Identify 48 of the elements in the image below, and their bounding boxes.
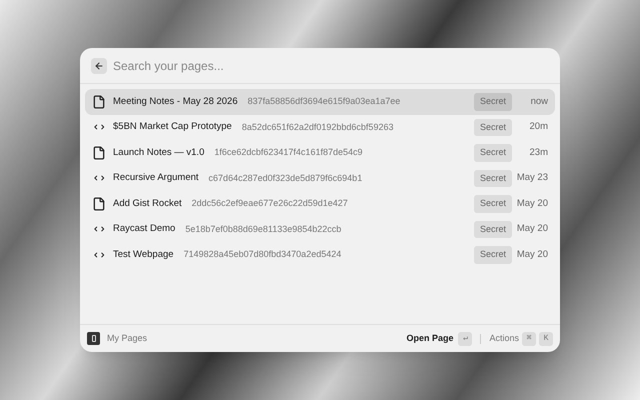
actions-button[interactable]: Actions: [489, 332, 519, 346]
page-id: 2ddc56c2ef9eae677e26c22d59d1e427: [192, 197, 348, 210]
search-field[interactable]: Search your pages...: [113, 56, 549, 74]
time-label: now: [530, 94, 548, 109]
document-icon: [92, 146, 106, 160]
page-id: 7149828a45eb07d80fbd3470a2ed5424: [184, 248, 342, 261]
page-id: c67d64c287ed0f323de5d879f6c694b1: [208, 172, 362, 184]
page-title: Add Gist Rocket: [113, 196, 182, 211]
page-list-item[interactable]: Launch Notes — v1.0 1f6ce62dcbf623417f4c161f87de54c9 Secret 23m: [85, 140, 555, 166]
back-button[interactable]: [91, 58, 107, 74]
page-id: 5e18b7ef0b88d69e81133e9854b22ccb: [185, 222, 342, 236]
page-id: 837fa58856df3694e615f9a03ea1a7ee: [248, 95, 400, 108]
secret-tag: Secret: [474, 170, 512, 187]
page-title: $5BN Market Cap Prototype: [113, 120, 232, 134]
time-label: May 20: [516, 222, 548, 236]
page-title: Raycast Demo: [113, 222, 176, 236]
secret-tag: Secret: [474, 195, 512, 212]
document-icon: [92, 94, 106, 109]
back-arrow-icon: [94, 60, 104, 70]
time-label: May 20: [516, 248, 548, 262]
time-label: May 23: [516, 171, 548, 186]
time-label: 23m: [528, 146, 548, 160]
open-page-button[interactable]: Open Page: [406, 332, 454, 346]
secret-tag: Secret: [474, 118, 512, 136]
page-list-item[interactable]: Recursive Argument c67d64c287ed0f323de5d879f6c694b1 Secret May 23: [85, 166, 555, 191]
time-label: May 20: [516, 196, 548, 211]
secret-tag: Secret: [474, 93, 512, 110]
shortcut-key: K: [539, 332, 553, 346]
page-list-item[interactable]: Raycast Demo 5e18b7ef0b88d69e81133e9854b22ccb Secret May 20: [85, 216, 555, 242]
document-icon: [92, 196, 106, 211]
app-icon: [87, 332, 100, 345]
page-title: Recursive Argument: [113, 171, 199, 186]
page-title: Launch Notes — v1.0: [113, 146, 204, 160]
secret-tag: Secret: [474, 144, 512, 162]
page-title: Test Webpage: [113, 248, 174, 262]
page-list-item[interactable]: Add Gist Rocket 2ddc56c2ef9eae677e26c22d59d1e427 Secret May 20: [85, 191, 555, 216]
page-id: 8a52dc651f62a2df0192bbd6cbf59263: [242, 120, 394, 134]
footer-title: My Pages: [107, 332, 148, 345]
page-list-item[interactable]: $5BN Market Cap Prototype 8a52dc651f62a2df0192bbd6cbf59263 Secret 20m: [85, 114, 555, 140]
page-title: Meeting Notes - May 28 2026: [113, 94, 238, 109]
shortcut-key: ⌘: [522, 332, 536, 346]
secret-tag: Secret: [474, 220, 512, 238]
page-id: 1f6ce62dcbf623417f4c161f87de54c9: [214, 146, 362, 159]
return-key: ↵: [458, 332, 472, 346]
page-list-item[interactable]: Meeting Notes - May 28 2026 837fa58856df3694e615f9a03ea1a7ee Secret now: [85, 89, 555, 114]
page-list-item[interactable]: Test Webpage 7149828a45eb07d80fbd3470a2ed5424 Secret May 20: [85, 242, 555, 268]
time-label: 20m: [528, 120, 548, 134]
secret-tag: Secret: [474, 246, 512, 264]
